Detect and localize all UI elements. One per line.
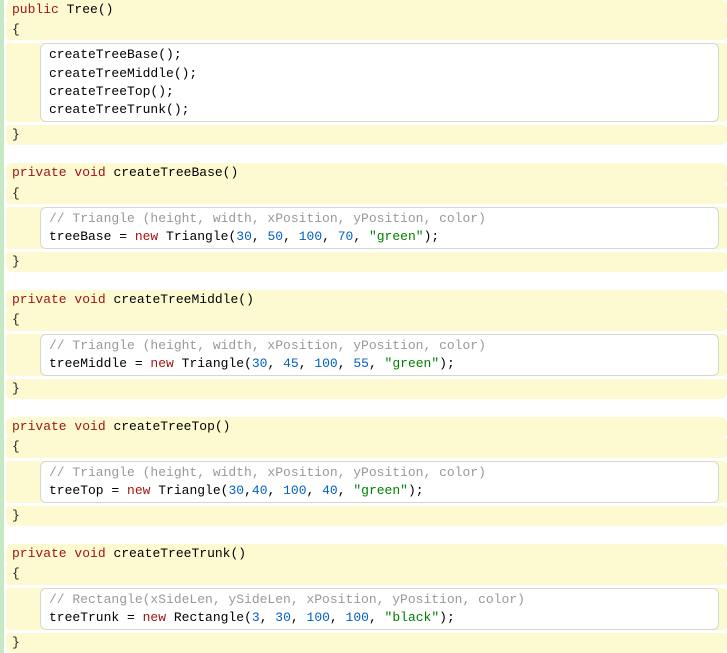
access-modifier: private — [12, 292, 67, 307]
comment-line: // Triangle (height, width, xPosition, y… — [49, 210, 710, 228]
new-keyword: new — [127, 483, 150, 498]
open-brace: { — [6, 564, 727, 584]
body-wrapper: createTreeBase(); createTreeMiddle(); cr… — [6, 43, 727, 122]
open-brace: { — [6, 184, 727, 204]
var-name: treeBase — [49, 229, 111, 244]
return-type: void — [74, 546, 105, 561]
params: () — [215, 419, 231, 434]
method-block: private void createTreeTrunk() { // Rect… — [6, 544, 727, 653]
method-block: private void createTreeBase() { // Trian… — [6, 163, 727, 272]
open-brace: { — [6, 20, 727, 40]
new-keyword: new — [150, 356, 173, 371]
code-container: public Tree() { createTreeBase(); create… — [0, 0, 727, 653]
return-type: void — [74, 292, 105, 307]
params: () — [98, 2, 114, 17]
comment-line: // Rectangle(xSideLen, ySideLen, xPositi… — [49, 591, 710, 609]
open-brace: { — [6, 310, 727, 330]
method-signature: private void createTreeTop() — [6, 417, 727, 437]
params: () — [230, 546, 246, 561]
var-name: treeMiddle — [49, 356, 127, 371]
close-brace: } — [6, 633, 727, 653]
method-name: Tree — [67, 2, 98, 17]
assignment-line: treeMiddle = new Triangle(30, 45, 100, 5… — [49, 355, 710, 373]
class-name: Triangle — [166, 229, 228, 244]
open-brace: { — [6, 437, 727, 457]
method-block: public Tree() { createTreeBase(); create… — [6, 0, 727, 145]
method-block: private void createTreeTop() { // Triang… — [6, 417, 727, 526]
body-wrapper: // Rectangle(xSideLen, ySideLen, xPositi… — [6, 588, 727, 630]
body-wrapper: // Triangle (height, width, xPosition, y… — [6, 334, 727, 376]
params: () — [223, 165, 239, 180]
space — [59, 2, 67, 17]
string-literal: "green" — [369, 229, 424, 244]
method-signature: private void createTreeTrunk() — [6, 544, 727, 564]
string-literal: "black" — [385, 610, 440, 625]
params: () — [238, 292, 254, 307]
method-name: createTreeTop — [113, 419, 214, 434]
class-name: Triangle — [182, 356, 244, 371]
code-line: createTreeMiddle(); — [49, 65, 710, 83]
comment-line: // Triangle (height, width, xPosition, y… — [49, 337, 710, 355]
access-modifier: public — [12, 2, 59, 17]
method-body: // Rectangle(xSideLen, ySideLen, xPositi… — [40, 588, 719, 630]
access-modifier: private — [12, 546, 67, 561]
var-name: treeTrunk — [49, 610, 119, 625]
method-signature: private void createTreeMiddle() — [6, 290, 727, 310]
method-signature: private void createTreeBase() — [6, 163, 727, 183]
close-brace: } — [6, 379, 727, 399]
new-keyword: new — [143, 610, 166, 625]
var-name: treeTop — [49, 483, 104, 498]
return-type: void — [74, 419, 105, 434]
assignment-line: treeTrunk = new Rectangle(3, 30, 100, 10… — [49, 609, 710, 627]
code-line: createTreeTop(); — [49, 83, 710, 101]
method-name: createTreeBase — [113, 165, 222, 180]
class-name: Triangle — [158, 483, 220, 498]
string-literal: "green" — [385, 356, 440, 371]
code-line: createTreeBase(); — [49, 46, 710, 64]
new-keyword: new — [135, 229, 158, 244]
body-wrapper: // Triangle (height, width, xPosition, y… — [6, 461, 727, 503]
string-literal: "green" — [353, 483, 408, 498]
class-name: Rectangle — [174, 610, 244, 625]
close-brace: } — [6, 125, 727, 145]
assignment-line: treeTop = new Triangle(30,40, 100, 40, "… — [49, 482, 710, 500]
method-block: private void createTreeMiddle() { // Tri… — [6, 290, 727, 399]
close-brace: } — [6, 252, 727, 272]
access-modifier: private — [12, 419, 67, 434]
return-type: void — [74, 165, 105, 180]
access-modifier: private — [12, 165, 67, 180]
method-body: // Triangle (height, width, xPosition, y… — [40, 334, 719, 376]
method-name: createTreeMiddle — [113, 292, 238, 307]
body-wrapper: // Triangle (height, width, xPosition, y… — [6, 207, 727, 249]
close-brace: } — [6, 506, 727, 526]
code-line: createTreeTrunk(); — [49, 101, 710, 119]
method-body: // Triangle (height, width, xPosition, y… — [40, 461, 719, 503]
assignment-line: treeBase = new Triangle(30, 50, 100, 70,… — [49, 228, 710, 246]
method-signature: public Tree() — [6, 0, 727, 20]
method-body: // Triangle (height, width, xPosition, y… — [40, 207, 719, 249]
comment-line: // Triangle (height, width, xPosition, y… — [49, 464, 710, 482]
method-body: createTreeBase(); createTreeMiddle(); cr… — [40, 43, 719, 122]
method-name: createTreeTrunk — [113, 546, 230, 561]
